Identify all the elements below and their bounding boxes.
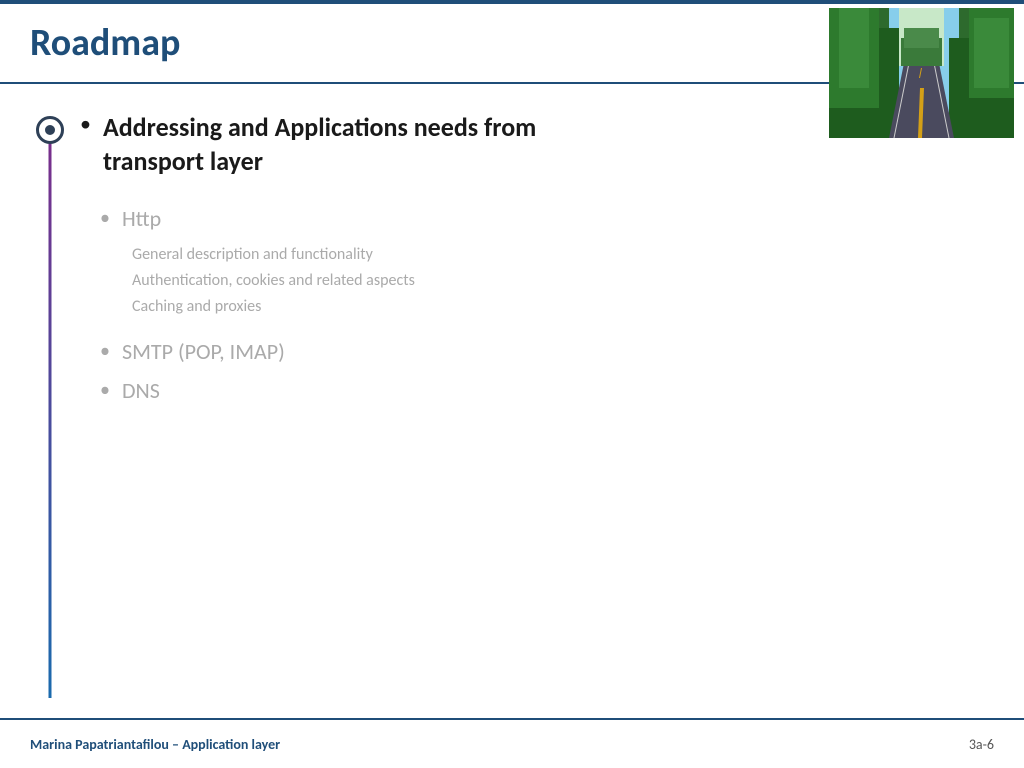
footer: Marina Papatriantafilou – Application la… [0, 718, 1024, 768]
footer-author: Marina Papatriantafilou – Application la… [30, 736, 280, 753]
list-item: • Http [80, 204, 994, 235]
sub-item-caching: Caching and proxies [132, 294, 994, 320]
vertical-line [49, 130, 52, 698]
active-indicator-inner [45, 125, 55, 135]
active-item-text: Addressing and Applications needs from t… [103, 111, 536, 179]
active-indicator [36, 116, 64, 144]
main-content: • Addressing and Applications needs from… [0, 86, 1024, 718]
inactive-bullet: • [100, 376, 110, 404]
inactive-bullet: • [100, 337, 110, 365]
http-sub-items: General description and functionality Au… [80, 242, 994, 319]
sub-item-auth: Authentication, cookies and related aspe… [132, 268, 994, 294]
left-bar-area [20, 106, 80, 698]
list-item: • DNS [80, 376, 994, 407]
http-label: Http [122, 204, 161, 235]
list-item: • SMTP (POP, IMAP) [80, 337, 994, 368]
dns-label: DNS [122, 376, 160, 407]
items-area: • Addressing and Applications needs from… [80, 106, 994, 698]
inactive-bullet: • [100, 204, 110, 232]
active-item: • Addressing and Applications needs from… [80, 111, 994, 179]
header: Roadmap [0, 4, 1024, 84]
sub-item-general: General description and functionality [132, 242, 994, 268]
active-bullet: • [80, 113, 91, 135]
footer-slide-number: 3a-6 [969, 736, 994, 753]
smtp-label: SMTP (POP, IMAP) [122, 337, 285, 368]
